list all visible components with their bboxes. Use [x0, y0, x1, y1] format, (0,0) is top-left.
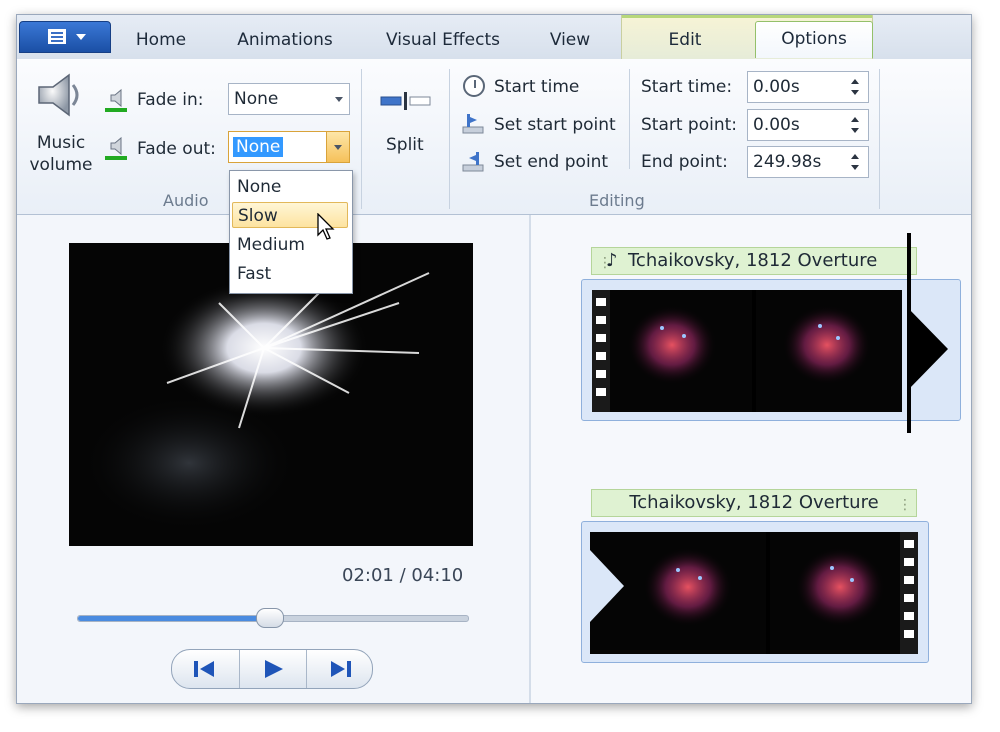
fade-in-label: Fade in: [137, 90, 204, 110]
chevron-down-icon [76, 34, 86, 40]
storyboard-clip-2[interactable] [581, 521, 929, 663]
storyboard-clip-1[interactable] [581, 279, 961, 421]
clip1-filmstrip [592, 290, 902, 412]
fade-out-icon [105, 136, 127, 160]
playhead[interactable] [907, 233, 911, 433]
group-separator [449, 69, 450, 209]
previous-frame-icon [194, 661, 214, 677]
play-icon [265, 660, 283, 678]
music-volume-label-line1[interactable]: Music [33, 133, 89, 153]
clip2-thumbnails [590, 532, 918, 654]
group-separator [629, 69, 630, 169]
seek-bar[interactable] [77, 608, 469, 628]
ribbon-panel: Music volume Fade in: None Fade out: Non… [17, 59, 971, 215]
set-start-point-icon [462, 114, 484, 134]
start-time-spinner[interactable]: 0.00s [747, 71, 869, 103]
end-point-value: 249.98s [753, 152, 822, 172]
fade-out-combo[interactable]: None [228, 131, 350, 163]
tab-animations[interactable]: Animations [223, 23, 347, 57]
tab-edit[interactable]: Edit [637, 23, 733, 57]
set-start-point-button[interactable]: Set start point [494, 115, 616, 135]
music-caption-clip2[interactable]: Tchaikovsky, 1812 Overture ⋮ [591, 489, 917, 517]
music-volume-label-line2[interactable]: volume [27, 155, 95, 175]
stopwatch-icon [463, 75, 485, 97]
playback-time: 02:01 / 04:10 [342, 565, 464, 586]
document-icon [48, 29, 66, 44]
playback-controls [171, 649, 373, 689]
chevron-down-icon [335, 97, 343, 102]
set-end-point-button[interactable]: Set end point [494, 152, 608, 172]
movie-maker-window: Home Animations Visual Effects View Edit… [16, 14, 972, 704]
end-point-spinner[interactable]: 249.98s [747, 146, 869, 178]
start-time-button[interactable]: Start time [494, 77, 579, 97]
clip1-thumbnails [592, 290, 902, 412]
editing-group-label: Editing [589, 191, 645, 210]
next-frame-button[interactable] [306, 650, 372, 688]
fade-in-icon [105, 88, 127, 112]
fade-option-fast[interactable]: Fast [232, 261, 348, 287]
ribbon-tab-row: Home Animations Visual Effects View Edit… [17, 15, 971, 60]
clip2-caption-text: Tchaikovsky, 1812 Overture [629, 492, 879, 513]
start-point-spinner[interactable]: 0.00s [747, 109, 869, 141]
group-separator [879, 69, 880, 209]
clip1-caption-text: Tchaikovsky, 1812 Overture [628, 250, 878, 271]
split-icon[interactable] [379, 91, 433, 111]
fade-option-none[interactable]: None [232, 174, 348, 200]
tab-options[interactable]: Options [755, 21, 873, 58]
fade-out-dropdown-button[interactable] [326, 132, 349, 162]
audio-group-label: Audio [163, 191, 209, 210]
spin-down-icon[interactable] [851, 165, 859, 170]
group-separator [361, 69, 362, 209]
transition-arrow-icon [908, 308, 948, 390]
spin-up-icon[interactable] [851, 79, 859, 84]
seek-bar-fill [78, 616, 270, 621]
drag-handle-icon: ⋮ [898, 497, 912, 513]
end-point-label: End point: [641, 152, 728, 172]
set-end-point-icon [462, 152, 484, 172]
start-time-label: Start time: [641, 77, 733, 97]
fade-out-label: Fade out: [137, 139, 216, 159]
chevron-down-icon [334, 145, 342, 150]
previous-frame-button[interactable] [172, 650, 238, 688]
split-button-label[interactable]: Split [386, 135, 424, 155]
spin-up-icon[interactable] [851, 154, 859, 159]
application-menu-button[interactable] [19, 21, 111, 53]
storyboard-pane: ⋮ ♪ Tchaikovsky, 1812 Overture Tchaikovs… [531, 215, 971, 703]
seek-thumb[interactable] [256, 608, 285, 628]
start-time-value: 0.00s [753, 77, 800, 97]
music-volume-speaker-icon[interactable] [35, 71, 87, 119]
mouse-pointer-icon [317, 213, 335, 240]
spin-down-icon[interactable] [851, 128, 859, 133]
start-point-value: 0.00s [753, 115, 800, 135]
spin-down-icon[interactable] [851, 90, 859, 95]
tab-view[interactable]: View [533, 23, 607, 57]
music-note-icon: ♪ [606, 250, 618, 271]
clip2-filmstrip [590, 532, 918, 654]
music-caption-clip1[interactable]: ⋮ ♪ Tchaikovsky, 1812 Overture [591, 247, 917, 275]
fade-out-value: None [233, 137, 284, 157]
tab-home[interactable]: Home [121, 23, 201, 57]
tab-visual-effects[interactable]: Visual Effects [375, 23, 511, 57]
fade-in-combo[interactable]: None [228, 83, 350, 115]
fade-in-value: None [234, 89, 279, 109]
next-frame-icon [331, 661, 351, 677]
start-point-label: Start point: [641, 115, 738, 135]
spin-up-icon[interactable] [851, 117, 859, 122]
play-button[interactable] [239, 650, 306, 688]
